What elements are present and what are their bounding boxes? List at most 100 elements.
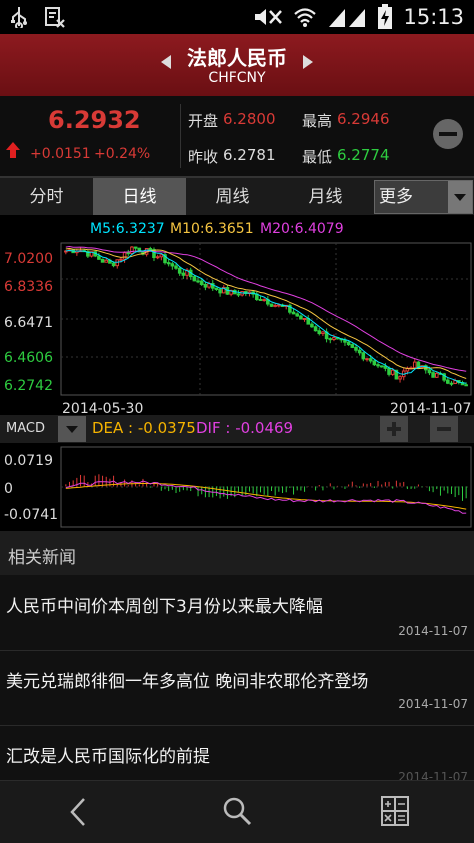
candle (181, 272, 186, 276)
tab-daily[interactable]: 日线 (93, 178, 186, 216)
candle (390, 369, 395, 375)
candle (332, 337, 336, 341)
candlestick-chart[interactable]: M5:6.3237 M10:6.3651 M20:6.4079 7.0200 6… (0, 215, 474, 417)
prev-close-label: 昨收 (188, 148, 219, 166)
candle (317, 330, 322, 335)
triangle-right-icon (303, 55, 313, 69)
candle (350, 344, 355, 348)
candle (159, 254, 164, 258)
period-tabs: 分时 日线 周线 月线 更多 (0, 177, 474, 217)
ma10-line (65, 247, 467, 379)
news-item[interactable]: 汇改是人民币国际化的前提 2014-11-07 (0, 726, 474, 786)
ma5-legend: M5:6.3237 (90, 221, 165, 237)
more-label: 更多 (379, 187, 413, 207)
indicator-label: MACD (6, 421, 45, 436)
macd-chart[interactable]: 0.0719 0 -0.0741 (0, 443, 474, 531)
battery-charging-icon (378, 4, 393, 29)
candle (431, 372, 435, 378)
open-value: 6.2800 (223, 110, 276, 128)
candle (365, 358, 369, 361)
price-change: +0.0151 (30, 146, 91, 162)
candle (321, 331, 325, 335)
bottom-nav (0, 780, 474, 843)
usb-icon (11, 7, 27, 28)
news-item[interactable]: 人民币中间价本周创下3月份以来最大降幅 2014-11-07 (0, 576, 474, 651)
news-title: 美元兑瑞郎徘徊一年多高位 晚间非农耶伦齐登场 (6, 672, 369, 692)
news-item[interactable]: 美元兑瑞郎徘徊一年多高位 晚间非农耶伦齐登场 2014-11-07 (0, 651, 474, 726)
candle (203, 283, 208, 288)
tab-monthly[interactable]: 月线 (279, 178, 372, 216)
zoom-in-button[interactable] (380, 416, 408, 442)
macd-svg: 0.0719 0 -0.0741 (4, 446, 472, 528)
candle (346, 341, 351, 346)
candle (372, 360, 377, 366)
candle (166, 262, 171, 265)
candle (368, 358, 373, 362)
dea-value: DEA : -0.0375 (92, 419, 196, 437)
tab-intraday[interactable]: 分时 (0, 178, 93, 216)
document-x-icon (45, 7, 65, 28)
chevron-down-icon (66, 426, 78, 433)
candle (302, 317, 307, 320)
candle (328, 338, 333, 341)
search-icon[interactable] (222, 796, 252, 826)
divider (180, 104, 181, 168)
x-tick-label: 2014-11-07 (390, 401, 471, 415)
candle (434, 372, 439, 378)
dropdown-button[interactable] (448, 181, 472, 213)
candle (398, 376, 402, 380)
pair-code: CHFCNY (208, 70, 266, 86)
candle (104, 259, 109, 263)
back-icon[interactable] (64, 797, 92, 827)
dif-line (65, 480, 467, 514)
signal-icon (329, 9, 366, 27)
tab-weekly[interactable]: 周线 (186, 178, 279, 216)
status-bar: 15:13 (0, 0, 474, 34)
indicator-bar: MACD DEA : -0.0375 DIF : -0.0469 (0, 415, 474, 443)
plus-icon (387, 422, 401, 436)
candle (313, 326, 318, 332)
candle (218, 288, 222, 294)
macd-y-label: 0 (4, 481, 13, 497)
candle (361, 352, 366, 360)
candle (262, 299, 266, 302)
next-pair-button[interactable] (298, 54, 318, 74)
wifi-icon (294, 8, 317, 27)
candle (387, 367, 391, 375)
indicator-dropdown[interactable] (58, 416, 86, 442)
candle (277, 304, 281, 307)
price-change-percent: +0.24% (94, 146, 151, 162)
candlestick-svg: M5:6.3237 M10:6.3651 M20:6.4079 7.0200 6… (4, 221, 472, 417)
candle (449, 382, 454, 385)
news-title: 人民币中间价本周创下3月份以来最大降幅 (6, 597, 323, 617)
calculator-icon[interactable] (380, 795, 410, 827)
candle (412, 361, 417, 369)
quote-panel: 6.2932 +0.0151 +0.24% 开盘 6.2800 最高 6.294… (0, 96, 474, 177)
candle (126, 252, 131, 255)
last-price: 6.2932 (48, 106, 141, 134)
x-tick-label: 2014-05-30 (62, 401, 143, 415)
y-tick-label: 6.6471 (4, 315, 53, 331)
y-tick-label: 6.4606 (4, 350, 53, 366)
candle (464, 384, 468, 387)
candle (170, 263, 175, 267)
candle (155, 256, 160, 259)
collapse-button[interactable] (432, 118, 464, 150)
news-title: 汇改是人民币国际化的前提 (6, 747, 210, 767)
news-date: 2014-11-07 (398, 624, 468, 638)
candle (291, 311, 296, 315)
candle (354, 346, 358, 351)
more-dropdown[interactable]: 更多 (374, 180, 473, 214)
candle (177, 267, 182, 274)
y-tick-label: 6.2742 (4, 378, 53, 394)
dif-value: DIF : -0.0469 (196, 419, 294, 437)
candle (148, 248, 153, 251)
low-value: 6.2774 (337, 146, 390, 164)
ma20-line (65, 245, 467, 372)
candle (427, 369, 432, 374)
prev-close-value: 6.2781 (223, 146, 276, 164)
candle (100, 258, 105, 263)
zoom-out-button[interactable] (430, 416, 458, 442)
candle (299, 315, 303, 320)
candle (236, 293, 241, 296)
